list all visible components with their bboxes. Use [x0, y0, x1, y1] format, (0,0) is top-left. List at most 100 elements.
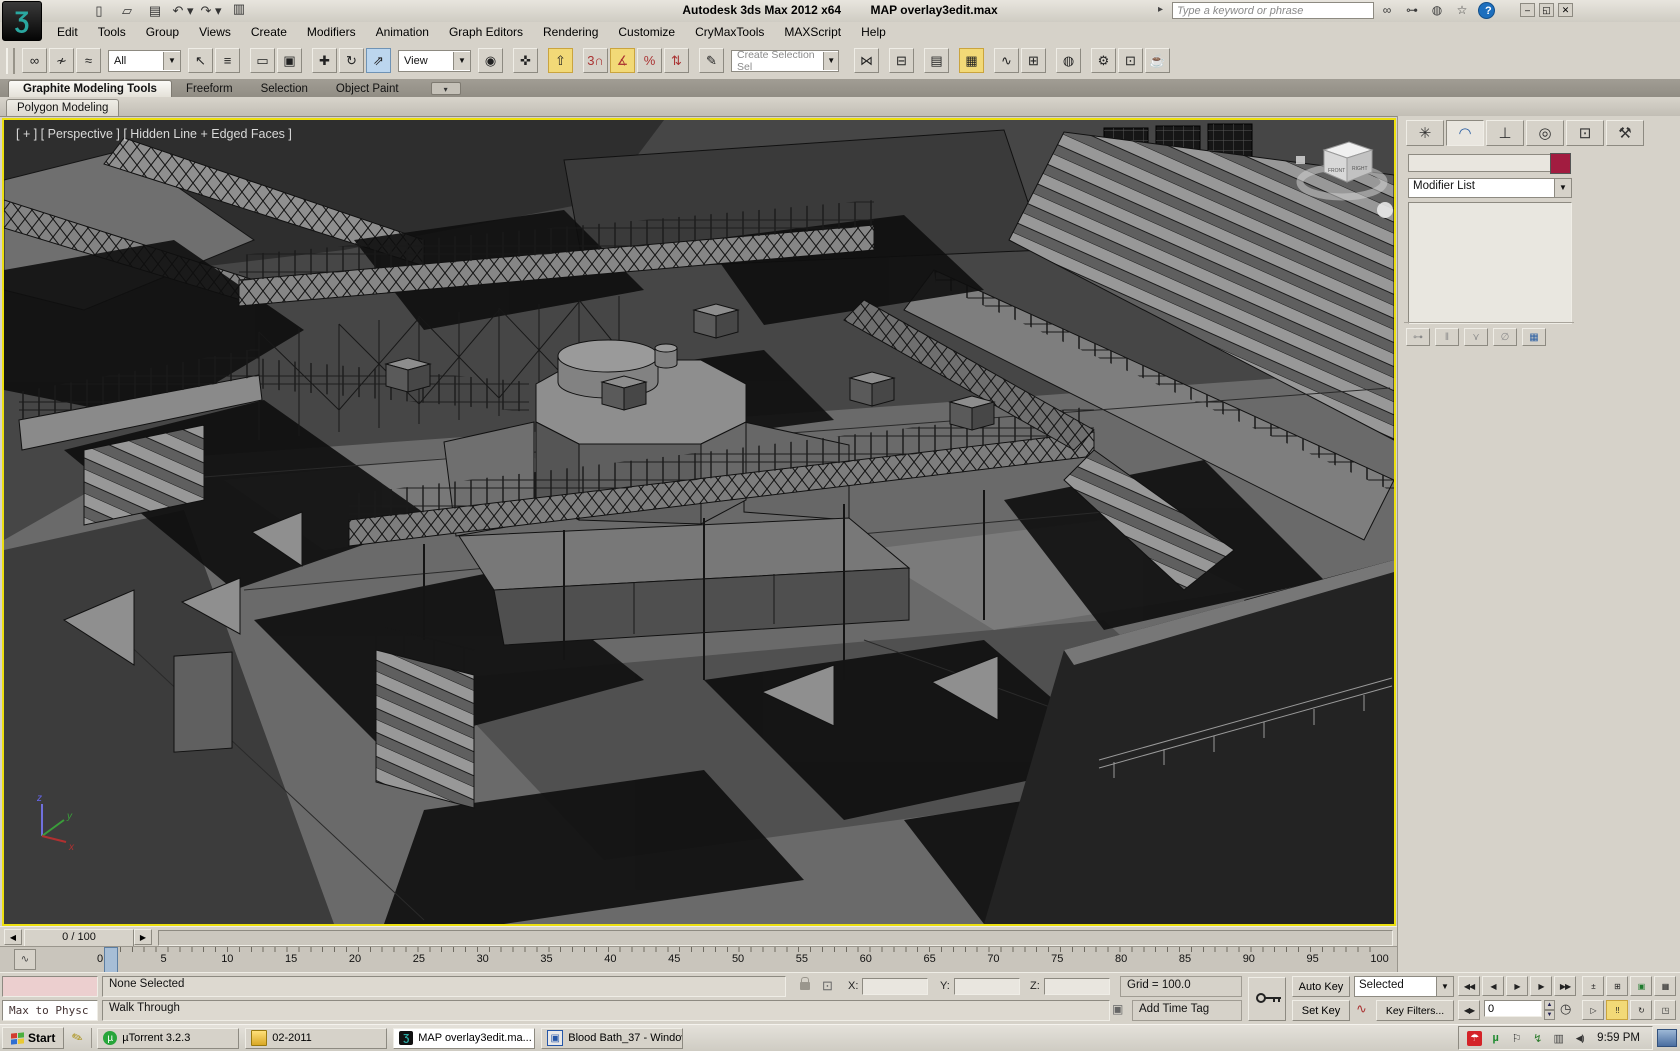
- search-expander-icon[interactable]: ▸: [1158, 4, 1163, 15]
- schematic-view-button[interactable]: ⊞: [1021, 48, 1046, 73]
- menu-item[interactable]: Create: [241, 23, 297, 41]
- selection-lock-icon[interactable]: [800, 982, 810, 990]
- play-button[interactable]: ▶: [1506, 976, 1528, 996]
- track-bar[interactable]: ∿ 05101520253035404550556065707580859095…: [0, 946, 1397, 973]
- snaps-toggle-button[interactable]: 3∩: [583, 48, 608, 73]
- menu-item[interactable]: Help: [851, 23, 896, 41]
- set-keys-button[interactable]: [1248, 977, 1286, 1021]
- select-and-link-button[interactable]: ∞: [22, 48, 47, 73]
- previous-frame-button[interactable]: ◀: [1482, 976, 1504, 996]
- viewcube-front-label[interactable]: FRONT: [1328, 168, 1345, 174]
- project-folder-button[interactable]: ▥ ▾: [228, 1, 250, 20]
- menu-item[interactable]: MAXScript: [774, 23, 851, 41]
- auto-key-button[interactable]: Auto Key: [1292, 976, 1350, 997]
- chevron-down-icon[interactable]: ▼: [453, 52, 470, 70]
- time-slider-next-button[interactable]: ▶: [134, 929, 152, 945]
- chevron-down-icon[interactable]: ▼: [823, 52, 838, 70]
- taskbar-3dsmax-button[interactable]: Ʒ MAP overlay3edit.ma...: [393, 1028, 535, 1049]
- ribbon-tab[interactable]: Object Paint: [322, 81, 413, 97]
- toolbar-drag-handle[interactable]: [6, 48, 15, 74]
- menu-item[interactable]: Modifiers: [297, 23, 366, 41]
- remove-modifier-button[interactable]: ∅: [1493, 328, 1517, 346]
- product-key-icon[interactable]: ⊶: [1403, 2, 1421, 18]
- selection-filter-dropdown[interactable]: All ▼: [108, 50, 181, 72]
- application-menu-button[interactable]: Ʒ: [2, 1, 42, 41]
- maxscript-listener-field[interactable]: [2, 1000, 98, 1021]
- menu-item[interactable]: Customize: [608, 23, 685, 41]
- time-configuration-button[interactable]: ◷: [1560, 1001, 1571, 1017]
- key-mode-toggle-button[interactable]: ◀▶: [1458, 1000, 1480, 1020]
- flag-tray-icon[interactable]: ⚐: [1509, 1031, 1524, 1046]
- open-mini-curve-editor-button[interactable]: ∿: [14, 949, 36, 970]
- time-slider-handle[interactable]: 0 / 100: [24, 929, 134, 947]
- walk-through-button[interactable]: ‼: [1606, 1000, 1628, 1020]
- viewcube-home-icon[interactable]: [1296, 156, 1305, 164]
- use-pivot-point-button[interactable]: ◉: [478, 48, 503, 73]
- select-by-name-button[interactable]: ≡: [215, 48, 240, 73]
- macro-recorder-field[interactable]: [2, 976, 98, 997]
- taskbar-bloodbath-button[interactable]: ▣ Blood Bath_37 - Window...: [541, 1028, 683, 1049]
- ribbon-tab[interactable]: Graphite Modeling Tools: [8, 80, 172, 97]
- select-object-button[interactable]: ↖: [188, 48, 213, 73]
- material-editor-button[interactable]: ◍: [1056, 48, 1081, 73]
- utorrent-tray-icon[interactable]: µ: [1488, 1031, 1503, 1046]
- current-frame-indicator[interactable]: [104, 947, 118, 974]
- volume-tray-icon[interactable]: ◀): [1572, 1031, 1587, 1046]
- chevron-down-icon[interactable]: ▼: [1554, 179, 1571, 197]
- menu-item[interactable]: Tools: [88, 23, 136, 41]
- mirror-button[interactable]: ⋈: [854, 48, 879, 73]
- quick-launch-brush-icon[interactable]: ✎: [70, 1029, 86, 1048]
- utilities-tab[interactable]: ⚒: [1606, 120, 1644, 146]
- polygon-modeling-panel-tab[interactable]: Polygon Modeling: [6, 99, 119, 116]
- menu-item[interactable]: Edit: [47, 23, 88, 41]
- angle-snap-button[interactable]: ∡: [610, 48, 635, 73]
- menu-item[interactable]: Group: [136, 23, 189, 41]
- hierarchy-tab[interactable]: ⊥: [1486, 120, 1524, 146]
- modify-tab[interactable]: ◠: [1446, 120, 1484, 146]
- menu-item[interactable]: CryMaxTools: [685, 23, 774, 41]
- key-filters-button[interactable]: Key Filters...: [1376, 1000, 1454, 1021]
- track-bar-ruler[interactable]: 0510152025303540455055606570758085909510…: [94, 947, 1389, 973]
- save-file-button[interactable]: ▤: [144, 1, 166, 20]
- menu-item[interactable]: Graph Editors: [439, 23, 533, 41]
- keyboard-shortcut-override-button[interactable]: ⇧: [548, 48, 573, 73]
- time-slider-track[interactable]: [158, 930, 1393, 946]
- avira-tray-icon[interactable]: ☂: [1467, 1031, 1482, 1046]
- ribbon-tab[interactable]: Freeform: [172, 81, 247, 97]
- render-setup-button[interactable]: ⚙: [1091, 48, 1116, 73]
- time-tag-cube-icon[interactable]: ▣: [1112, 1002, 1123, 1016]
- layer-manager-button[interactable]: ▤: [924, 48, 949, 73]
- viewport-label[interactable]: [ + ] [ Perspective ] [ Hidden Line + Ed…: [16, 127, 292, 141]
- spinner-snap-button[interactable]: ⇅: [664, 48, 689, 73]
- pin-stack-button[interactable]: ⊶: [1406, 328, 1430, 346]
- time-slider-prev-button[interactable]: ◀: [4, 929, 22, 945]
- object-color-swatch[interactable]: [1550, 153, 1571, 174]
- named-selection-sets-dropdown[interactable]: Create Selection Sel ▼: [731, 50, 839, 72]
- edit-named-selection-sets-button[interactable]: ✎: [699, 48, 724, 73]
- new-scene-button[interactable]: ▯: [88, 1, 110, 20]
- taskbar-folder-button[interactable]: 02-2011: [245, 1028, 387, 1049]
- configure-modifier-sets-button[interactable]: ▦: [1522, 328, 1546, 346]
- show-end-result-button[interactable]: ‖: [1435, 328, 1459, 346]
- show-desktop-button[interactable]: [1657, 1029, 1677, 1047]
- key-mode-dropdown[interactable]: Selected ▼: [1354, 976, 1454, 997]
- window-crossing-toggle-button[interactable]: ▣: [277, 48, 302, 73]
- z-coordinate-field[interactable]: [1044, 978, 1110, 995]
- next-frame-button[interactable]: ▶: [1530, 976, 1552, 996]
- chevron-down-icon[interactable]: ▼: [163, 52, 180, 70]
- modifier-stack-list[interactable]: [1408, 202, 1572, 324]
- taskbar-utorrent-button[interactable]: µ µTorrent 3.2.3: [97, 1028, 239, 1049]
- align-button[interactable]: ⊟: [889, 48, 914, 73]
- search-binoculars-icon[interactable]: ∞: [1378, 2, 1396, 18]
- default-tangent-icon[interactable]: ∿: [1356, 1001, 1367, 1017]
- zoom-extents-all-button[interactable]: ▦: [1654, 976, 1676, 996]
- modifier-list-dropdown[interactable]: Modifier List ▼: [1408, 178, 1572, 198]
- maximize-viewport-button[interactable]: ◳: [1654, 1000, 1676, 1020]
- menu-item[interactable]: Animation: [366, 23, 439, 41]
- usb-tray-icon[interactable]: ↯: [1530, 1031, 1545, 1046]
- percent-snap-button[interactable]: %: [637, 48, 662, 73]
- go-to-start-button[interactable]: ◀◀: [1458, 976, 1480, 996]
- infocenter-search-input[interactable]: [1172, 2, 1374, 19]
- redo-button[interactable]: ↷ ▾: [200, 1, 222, 20]
- viewcube-right-label[interactable]: RIGHT: [1352, 166, 1368, 172]
